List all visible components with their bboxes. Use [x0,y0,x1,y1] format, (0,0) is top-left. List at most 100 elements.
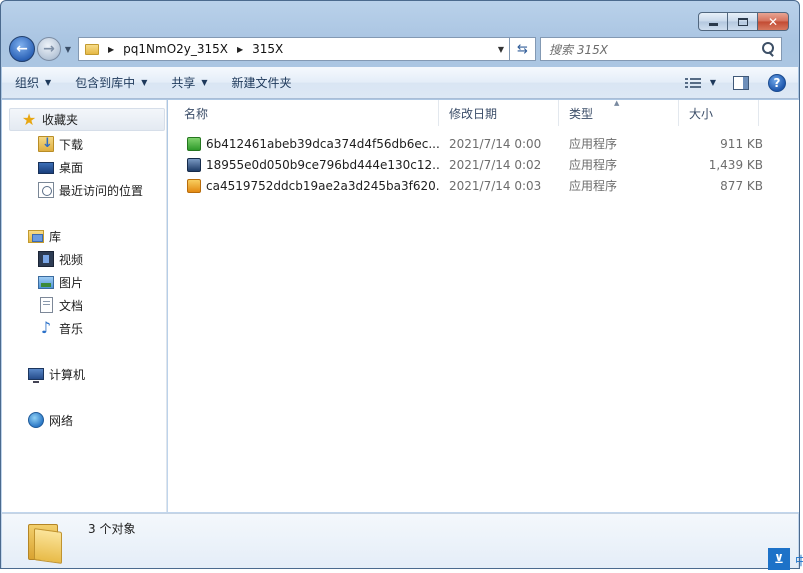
include-library-menu[interactable]: 包含到库中 ▼ [75,74,147,91]
nav-videos-label: 视频 [59,252,84,267]
explorer-window: ✕ ← → ▼ ▶ pq1NmO2y_315X ▶ 315X ▼ ⇆ 搜索 31… [0,0,800,569]
nav-videos[interactable]: 视频 [38,250,83,268]
nav-favorites-label: 收藏夹 [42,113,79,127]
document-icon [40,297,53,313]
nav-documents-label: 文档 [59,298,84,313]
file-name: ca4519752ddcb19ae2a3d245ba3f620... [206,178,439,193]
minimize-button[interactable] [698,12,728,31]
close-button[interactable]: ✕ [758,12,789,31]
caption-buttons: ✕ [698,12,789,31]
maximize-button[interactable] [728,12,758,31]
ime-language-icon[interactable]: ⊻ [768,548,790,570]
pictures-icon [38,275,54,289]
file-type: 应用程序 [569,158,618,172]
music-note-icon: ♪ [40,318,52,337]
file-rows: 6b412461abeb39dca374d4f56db6ec... 2021/7… [168,133,799,196]
sort-ascending-icon: ▲ [614,99,620,107]
library-icon [28,229,44,243]
computer-icon [28,368,44,383]
column-date[interactable]: 修改日期 [439,100,559,126]
orange-app-icon [187,178,201,193]
nav-libraries[interactable]: 库 [28,227,61,245]
nav-pictures-label: 图片 [59,275,84,290]
column-name[interactable]: 名称 [168,100,439,126]
column-size-label: 大小 [689,106,714,121]
address-dropdown[interactable]: ▼ [493,45,509,54]
address-bar[interactable]: ▶ pq1NmO2y_315X ▶ 315X ▼ [78,37,510,61]
breadcrumb-separator[interactable]: ▶ [108,45,114,54]
minimize-icon [708,22,718,26]
search-icon[interactable] [759,40,777,58]
address-row: ← → ▼ ▶ pq1NmO2y_315X ▶ 315X ▼ ⇆ 搜索 315X [9,36,789,62]
file-name-cell: ca4519752ddcb19ae2a3d245ba3f620... [168,178,439,193]
nav-recent[interactable]: 最近访问的位置 [38,181,143,199]
chevron-down-icon: ▼ [201,78,208,87]
nav-music-label: 音乐 [59,321,84,336]
file-row[interactable]: ca4519752ddcb19ae2a3d245ba3f620... 2021/… [168,175,799,196]
chevron-down-icon: ▼ [45,78,52,87]
back-button[interactable]: ← [9,36,35,62]
file-row[interactable]: 18955e0d050b9ce796bd444e130c12... 2021/7… [168,154,799,175]
organize-label: 组织 [15,76,40,90]
nav-desktop[interactable]: 桌面 [38,158,83,176]
share-menu[interactable]: 共享 ▼ [171,74,207,91]
file-size: 911 KB [720,136,763,151]
recent-pages-dropdown[interactable]: ▼ [62,45,74,54]
file-name-cell: 18955e0d050b9ce796bd444e130c12... [168,157,439,172]
downloads-folder-icon [38,136,54,152]
organize-menu[interactable]: 组织 ▼ [15,74,51,91]
nav-computer[interactable]: 计算机 [28,365,85,383]
breadcrumb-separator[interactable]: ▶ [237,45,243,54]
back-arrow-icon: ← [16,41,28,57]
forward-arrow-icon: → [43,41,55,57]
green-app-icon [187,136,201,151]
forward-button[interactable]: → [37,37,61,61]
file-list: 名称 修改日期 ▲ 类型 大小 6b412461abeb39dca374d4f56… [168,99,799,512]
recent-places-icon [38,182,54,198]
nav-network[interactable]: 网络 [28,411,73,429]
column-type-label: 类型 [569,106,594,121]
breadcrumb-item[interactable]: pq1NmO2y_315X [123,42,228,56]
folder-large-icon [28,520,64,564]
file-row[interactable]: 6b412461abeb39dca374d4f56db6ec... 2021/7… [168,133,799,154]
file-type: 应用程序 [569,137,618,151]
nav-pictures[interactable]: 图片 [38,273,83,291]
refresh-button[interactable]: ⇆ [510,37,536,61]
column-size[interactable]: 大小 [679,100,759,126]
chevron-down-icon: ▼ [141,78,148,87]
video-icon [38,251,54,267]
nav-libraries-label: 库 [49,229,62,244]
preview-pane-icon[interactable] [733,75,749,90]
file-date: 2021/7/14 0:00 [449,136,542,151]
navigation-pane: ★ 收藏夹 下载 桌面 最近访问的位置 库 视频 图片 文档 [2,100,167,512]
views-dropdown[interactable]: ▼ [710,78,716,87]
include-library-label: 包含到库中 [75,76,136,90]
nav-music[interactable]: ♪ 音乐 [38,319,83,337]
folder-icon [85,43,99,55]
column-type[interactable]: ▲ 类型 [559,99,679,126]
nav-network-label: 网络 [49,413,74,428]
breadcrumb-item[interactable]: 315X [252,42,283,56]
file-size: 1,439 KB [708,157,763,172]
nav-computer-label: 计算机 [49,367,86,382]
view-list-icon[interactable] [684,77,701,89]
desktop-icon [38,162,54,174]
maximize-icon [737,17,748,26]
view-controls: ▼ ? [684,73,786,92]
details-pane: 3 个对象 [2,513,798,568]
file-type: 应用程序 [569,179,618,193]
nav-documents[interactable]: 文档 [38,296,83,314]
nav-downloads-label: 下载 [59,137,84,152]
refresh-icon: ⇆ [517,41,528,57]
file-size: 877 KB [720,178,763,193]
nav-downloads[interactable]: 下载 [38,135,83,153]
search-input[interactable]: 搜索 315X [540,37,782,61]
ime-mode-label[interactable]: 中 [795,552,803,569]
column-headers: 名称 修改日期 ▲ 类型 大小 [168,99,799,126]
file-date: 2021/7/14 0:02 [449,157,542,172]
column-name-label: 名称 [184,106,209,121]
help-icon[interactable]: ? [768,73,786,92]
file-date: 2021/7/14 0:03 [449,178,542,193]
nav-favorites[interactable]: ★ 收藏夹 [9,108,165,131]
new-folder-button[interactable]: 新建文件夹 [232,74,292,91]
